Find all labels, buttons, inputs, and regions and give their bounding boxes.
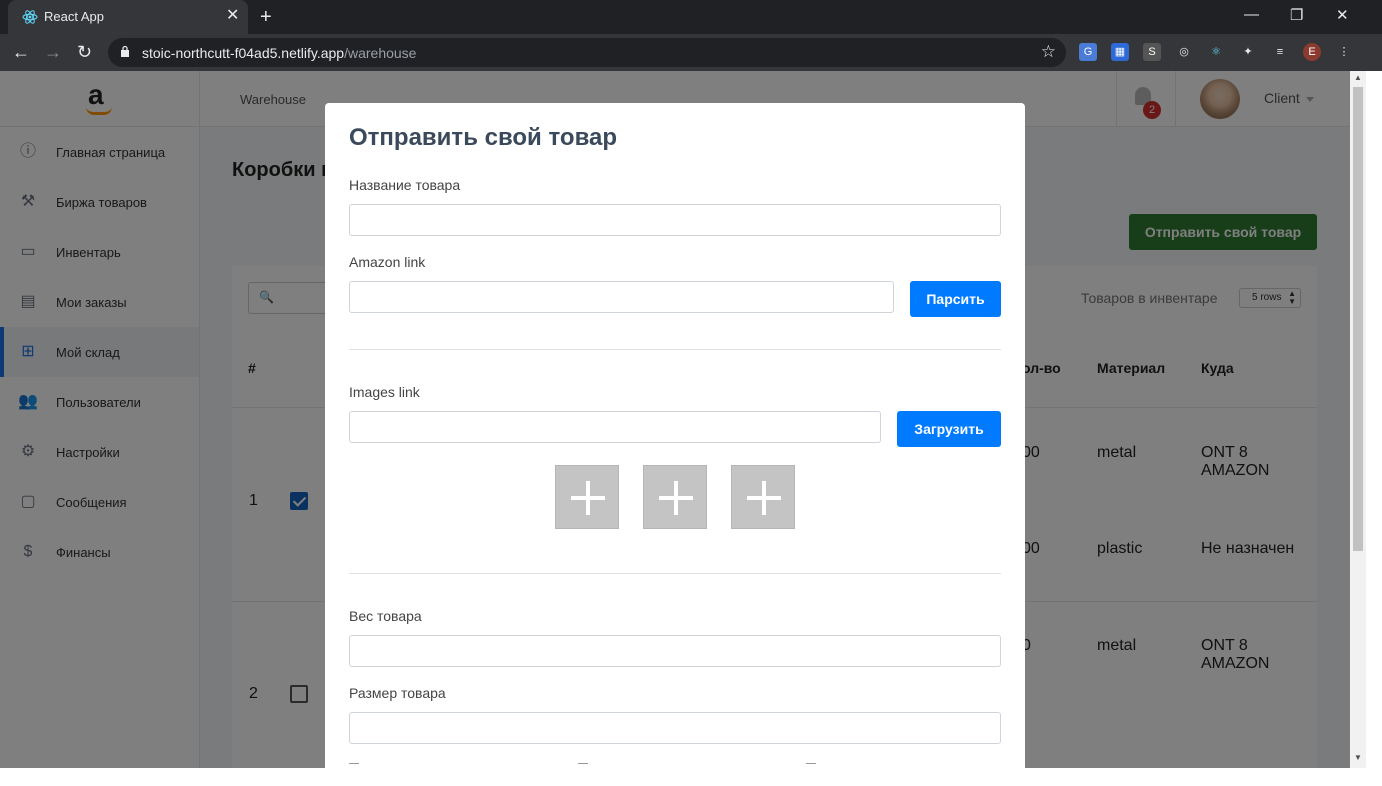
weight-input[interactable]	[349, 635, 1001, 667]
product-name-input[interactable]	[349, 204, 1001, 236]
images-link-input[interactable]	[349, 411, 881, 443]
tab-title: React App	[44, 9, 104, 24]
react-devtools-icon[interactable]: ⚛	[1207, 43, 1225, 61]
images-link-label: Images link	[349, 384, 420, 400]
browser-tab-strip: React App ✕ + — ❐ ✕	[0, 0, 1382, 34]
react-icon	[22, 10, 38, 24]
url-host: stoic-northcutt-f04ad5.netlify.app	[142, 45, 345, 61]
cut-off-label	[578, 763, 588, 768]
url-text: stoic-northcutt-f04ad5.netlify.app/wareh…	[142, 45, 416, 61]
lock-icon	[121, 45, 129, 57]
browser-menu-icon[interactable]: ⋮	[1335, 43, 1353, 61]
add-image-slot[interactable]	[731, 465, 795, 529]
calendar-extension-icon[interactable]: ▦	[1111, 43, 1129, 61]
section-divider	[349, 349, 1001, 350]
upload-button[interactable]: Загрузить	[897, 411, 1001, 447]
reload-icon[interactable]: ↻	[77, 42, 92, 62]
page-scrollbar[interactable]: ▲ ▼	[1350, 71, 1366, 768]
translate-extension-icon[interactable]: G	[1079, 43, 1097, 61]
size-input[interactable]	[349, 712, 1001, 744]
extensions-puzzle-icon[interactable]: ✦	[1239, 43, 1257, 61]
address-bar[interactable]: stoic-northcutt-f04ad5.netlify.app/wareh…	[108, 38, 1066, 67]
cut-off-label	[349, 763, 359, 768]
tab-close-icon[interactable]: ✕	[226, 8, 239, 24]
minimize-button[interactable]: —	[1244, 6, 1259, 23]
scroll-down-icon[interactable]: ▼	[1354, 753, 1362, 762]
new-tab-button[interactable]: +	[260, 6, 272, 29]
size-label: Размер товара	[349, 685, 446, 701]
add-image-slot[interactable]	[555, 465, 619, 529]
s-extension-icon[interactable]: S	[1143, 43, 1161, 61]
cut-off-label	[806, 763, 816, 768]
scroll-up-icon[interactable]: ▲	[1354, 73, 1362, 82]
back-arrow-icon[interactable]: ←	[12, 42, 30, 62]
parse-button[interactable]: Парсить	[910, 281, 1001, 317]
media-queue-icon[interactable]: ≡	[1271, 43, 1289, 61]
target-extension-icon[interactable]: ◎	[1175, 43, 1193, 61]
send-product-modal: Отправить свой товар Название товара Ama…	[325, 103, 1025, 768]
amazon-link-input[interactable]	[349, 281, 894, 313]
section-divider	[349, 573, 1001, 574]
amazon-link-label: Amazon link	[349, 254, 426, 270]
weight-label: Вес товара	[349, 608, 422, 624]
modal-title: Отправить свой товар	[349, 124, 618, 151]
product-name-label: Название товара	[349, 177, 461, 193]
profile-avatar[interactable]: E	[1303, 43, 1321, 61]
browser-toolbar: ← → ↻ stoic-northcutt-f04ad5.netlify.app…	[0, 34, 1382, 71]
add-image-slot[interactable]	[643, 465, 707, 529]
browser-tab[interactable]: React App ✕	[8, 0, 248, 34]
forward-arrow-icon[interactable]: →	[44, 42, 62, 62]
scrollbar-thumb[interactable]	[1353, 87, 1363, 551]
url-path: /warehouse	[344, 45, 417, 61]
window-close-button[interactable]: ✕	[1336, 6, 1349, 24]
restore-button[interactable]: ❐	[1290, 6, 1303, 24]
bookmark-star-icon[interactable]: ☆	[1041, 42, 1056, 62]
